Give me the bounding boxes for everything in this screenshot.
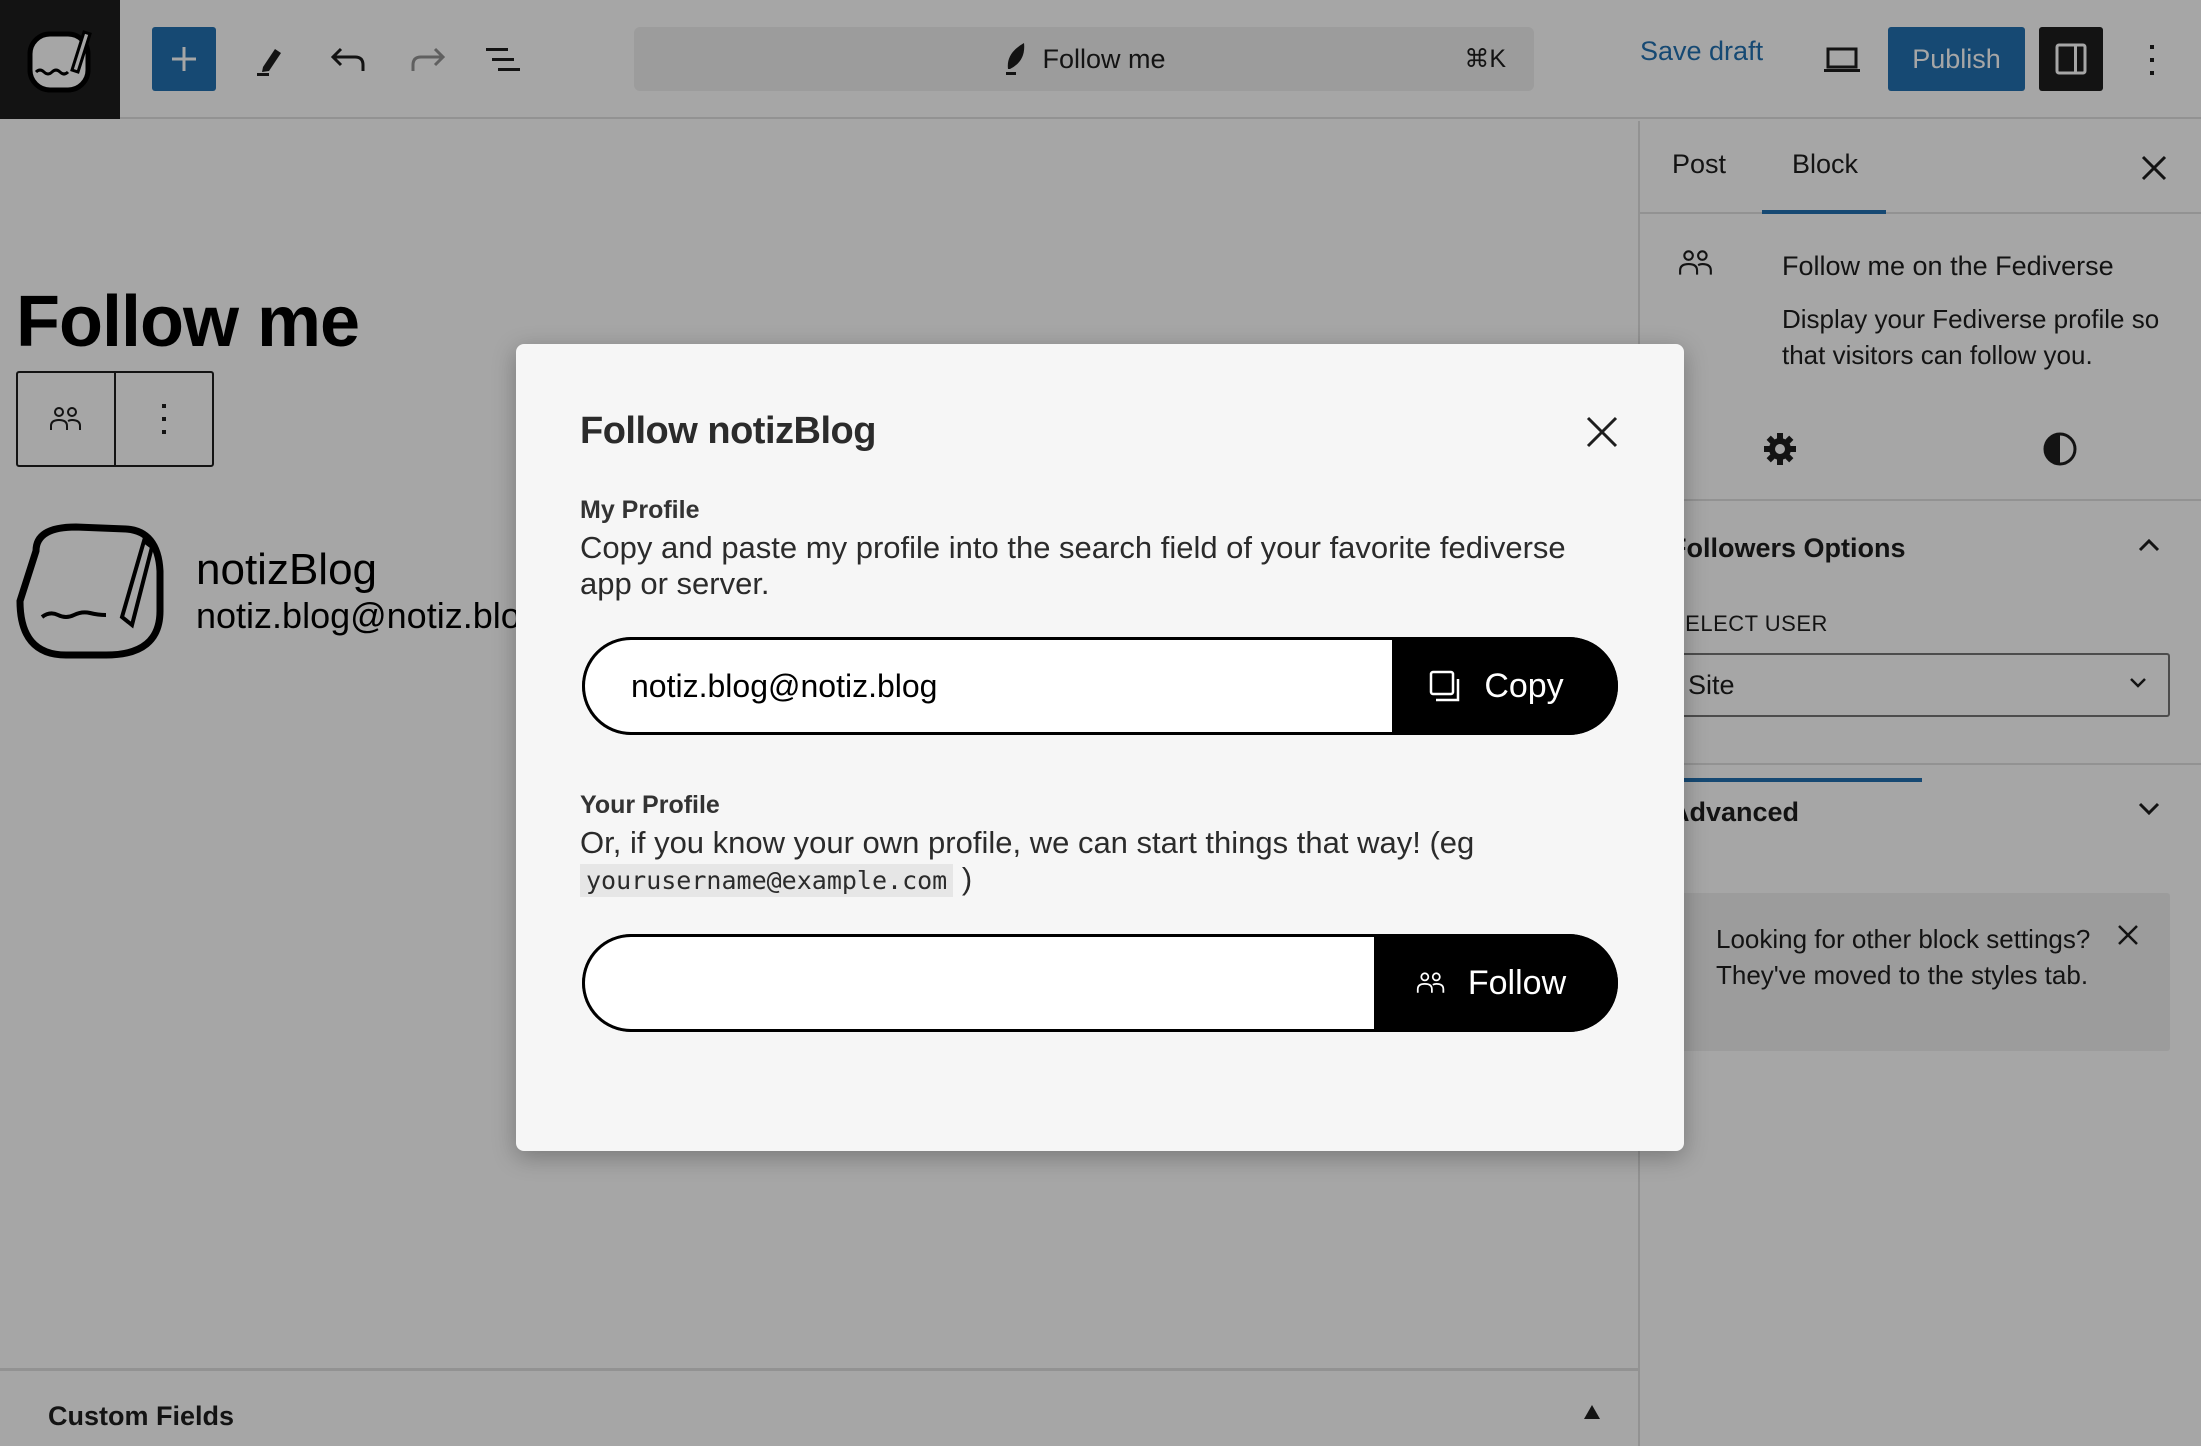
your-profile-field-group: Follow <box>582 934 1618 1032</box>
example-handle: yourusername@example.com <box>580 864 954 897</box>
copy-icon <box>1430 670 1460 702</box>
follow-button-label: Follow <box>1467 963 1567 1002</box>
your-profile-label: Your Profile <box>580 791 720 819</box>
follow-button[interactable]: Follow <box>1374 934 1618 1032</box>
people-icon <box>1416 972 1445 993</box>
dialog-title: Follow notizBlog <box>580 410 876 452</box>
my-profile-field-group: Copy <box>582 637 1618 735</box>
my-profile-label: My Profile <box>580 496 700 524</box>
close-icon[interactable] <box>1582 412 1622 452</box>
follow-dialog: Follow notizBlog My Profile Copy and pas… <box>516 344 1684 1151</box>
your-profile-input[interactable] <box>582 934 1374 1032</box>
my-profile-description: Copy and paste my profile into the searc… <box>580 530 1566 601</box>
your-profile-description-prefix: Or, if you know your own profile, we can… <box>580 825 1475 860</box>
your-profile-description-suffix: ) <box>961 861 973 896</box>
copy-button[interactable]: Copy <box>1392 637 1618 735</box>
copy-button-label: Copy <box>1484 666 1564 705</box>
your-profile-description: Or, if you know your own profile, we can… <box>580 825 1580 899</box>
my-profile-input[interactable] <box>582 637 1392 735</box>
